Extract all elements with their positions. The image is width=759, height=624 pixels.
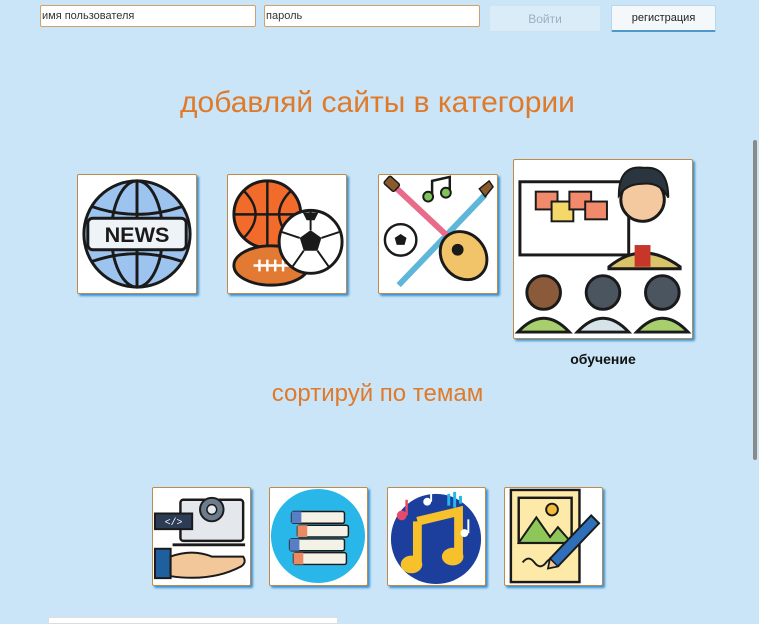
drawing-picture-icon bbox=[509, 488, 601, 584]
category-card-sports[interactable] bbox=[227, 174, 347, 294]
topic-card-books[interactable] bbox=[269, 487, 368, 586]
categories-heading: добавляй сайты в категории bbox=[180, 86, 575, 119]
hobbies-guitar-icon bbox=[383, 175, 494, 288]
svg-text:NEWS: NEWS bbox=[105, 222, 170, 247]
login-button[interactable]: Войти bbox=[489, 5, 601, 32]
password-input[interactable] bbox=[264, 5, 480, 27]
category-card-hobbies[interactable] bbox=[378, 174, 498, 294]
svg-text:</>: </> bbox=[165, 517, 183, 528]
category-card-news[interactable]: NEWS bbox=[77, 174, 197, 294]
education-classroom-icon bbox=[514, 166, 692, 334]
topic-card-coding[interactable]: </> bbox=[152, 487, 251, 586]
scrollbar-thumb[interactable] bbox=[753, 140, 757, 460]
music-note-icon bbox=[390, 491, 482, 585]
category-card-education[interactable] bbox=[513, 159, 693, 339]
sports-balls-icon bbox=[232, 179, 344, 287]
topic-card-music[interactable] bbox=[387, 487, 486, 586]
news-globe-icon: NEWS bbox=[82, 179, 192, 289]
topic-card-drawing[interactable] bbox=[504, 487, 603, 586]
register-button[interactable]: регистрация bbox=[611, 5, 716, 32]
username-input[interactable] bbox=[40, 5, 256, 27]
education-caption: обучение bbox=[570, 351, 636, 367]
books-stack-icon bbox=[270, 488, 366, 584]
coding-hand-icon: </> bbox=[153, 496, 246, 580]
bottom-scroll-indicator bbox=[48, 617, 338, 624]
topics-heading: сортируй по темам bbox=[271, 380, 484, 407]
